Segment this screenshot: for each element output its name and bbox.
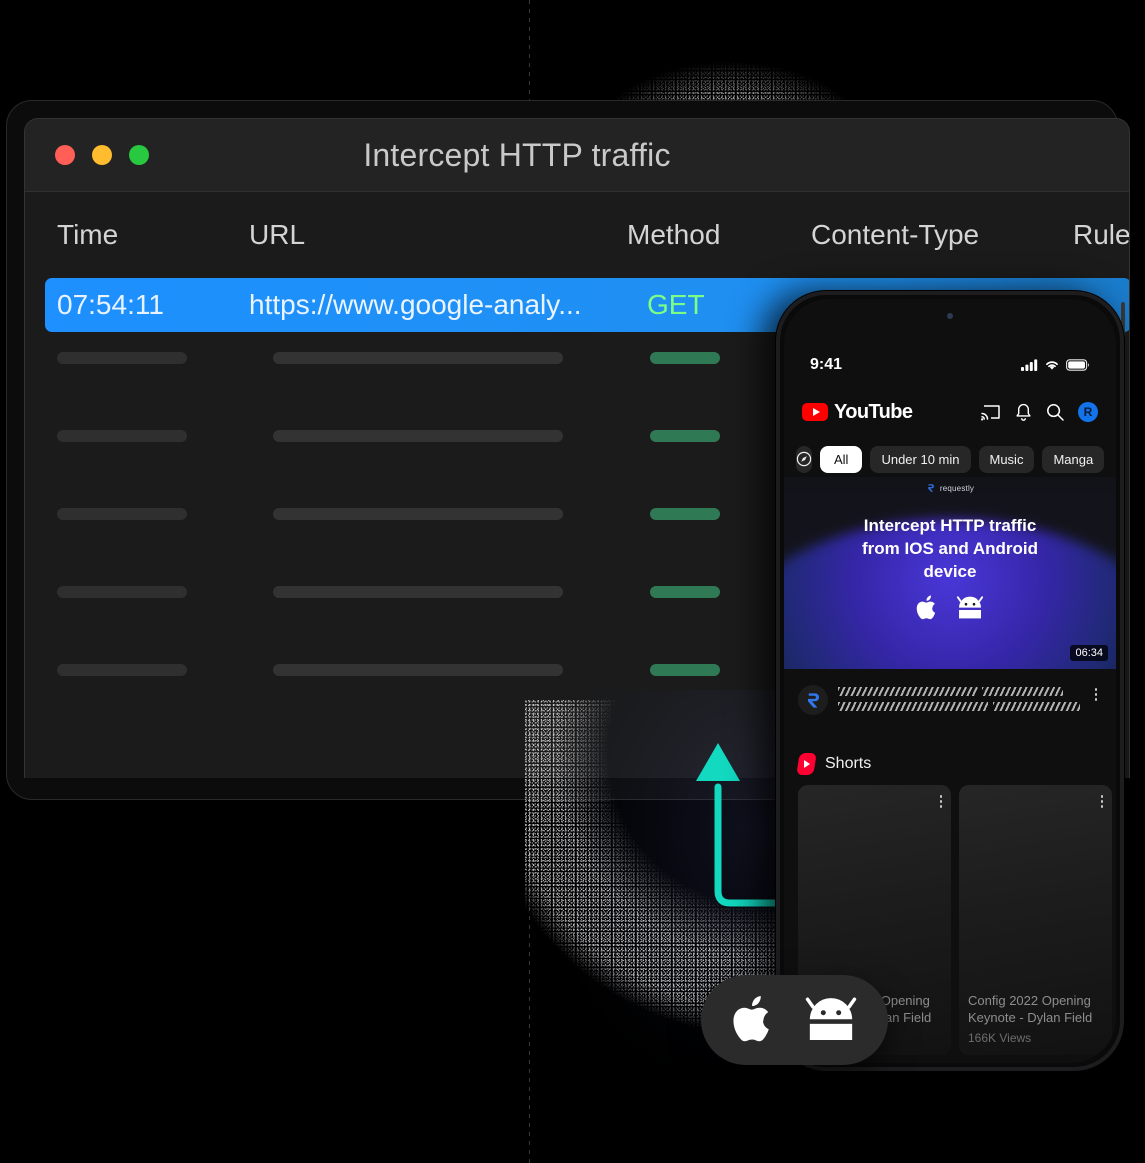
skeleton-url-placeholder bbox=[273, 508, 563, 520]
skeleton-url-placeholder bbox=[273, 352, 563, 364]
column-header-method[interactable]: Method bbox=[627, 219, 720, 251]
table-header-row: Time URL Method Content-Type Rule bbox=[25, 192, 1129, 278]
requestly-logo-icon bbox=[927, 484, 934, 492]
shorts-label: Shorts bbox=[825, 755, 872, 772]
skeleton-time-placeholder bbox=[57, 586, 187, 598]
chip-all[interactable]: All bbox=[820, 445, 863, 473]
cell-method: GET bbox=[647, 289, 705, 320]
skeleton-time-placeholder bbox=[57, 508, 187, 520]
shorts-card[interactable]: Config 2022 Opening Keynote - Dylan Fiel… bbox=[959, 785, 1112, 1055]
status-bar-time: 9:41 bbox=[810, 356, 843, 373]
video-options-button[interactable] bbox=[1090, 685, 1102, 749]
youtube-play-icon bbox=[802, 403, 828, 421]
maximize-window-button[interactable] bbox=[129, 145, 149, 165]
screenshot-canvas: Intercept HTTP traffic Time URL Method C… bbox=[0, 0, 1145, 1163]
video-title-placeholder bbox=[838, 685, 1080, 749]
shorts-options-button[interactable] bbox=[939, 795, 942, 808]
channel-avatar[interactable] bbox=[798, 685, 828, 715]
placeholder-text-line bbox=[838, 687, 1064, 696]
skeleton-method-placeholder bbox=[650, 664, 720, 676]
featured-video-thumbnail[interactable]: Intercept HTTP traffic from IOS and Andr… bbox=[784, 493, 1116, 669]
youtube-logo[interactable]: YouTube bbox=[802, 400, 913, 424]
skeleton-time-placeholder bbox=[57, 664, 187, 676]
skeleton-method-placeholder bbox=[650, 352, 720, 364]
phone-status-bar: 9:41 bbox=[784, 351, 1116, 379]
youtube-header-actions: R bbox=[981, 402, 1098, 422]
apple-icon bbox=[916, 595, 936, 619]
skeleton-url-placeholder bbox=[273, 664, 563, 676]
skeleton-method-placeholder bbox=[650, 430, 720, 442]
skeleton-time-placeholder bbox=[57, 352, 187, 364]
shorts-icon bbox=[796, 753, 817, 775]
chip-music[interactable]: Music bbox=[978, 445, 1035, 473]
account-avatar[interactable]: R bbox=[1078, 402, 1098, 422]
banner-headline-line-1: Intercept HTTP traffic bbox=[863, 516, 1037, 535]
android-icon bbox=[805, 997, 856, 1040]
shorts-card-title: Config 2022 Opening Keynote - Dylan Fiel… bbox=[968, 992, 1093, 1025]
banner-headline-line-2: from IOS and Android bbox=[862, 538, 1038, 558]
column-header-url[interactable]: URL bbox=[249, 219, 305, 251]
banner-headline-line-3: device bbox=[923, 561, 977, 581]
youtube-app-header: YouTube R bbox=[784, 391, 1116, 433]
compass-explore-icon bbox=[796, 451, 812, 467]
kebab-menu-icon bbox=[939, 795, 942, 808]
wifi-icon bbox=[1046, 361, 1058, 370]
supported-platforms-pill bbox=[701, 975, 888, 1065]
minimize-window-button[interactable] bbox=[92, 145, 112, 165]
apple-icon bbox=[732, 996, 769, 1042]
chip-under-10-min[interactable]: Under 10 min bbox=[870, 445, 971, 473]
requestly-brand-name: requestly bbox=[939, 483, 975, 493]
column-header-time[interactable]: Time bbox=[57, 219, 118, 251]
shorts-section-header: Shorts bbox=[784, 747, 1116, 781]
phone-mockup: 9:41 YouTube R All Under 10 min Music Ma… bbox=[776, 291, 1124, 1071]
chip-manga[interactable]: Manga bbox=[1042, 445, 1105, 473]
skeleton-method-placeholder bbox=[650, 508, 720, 520]
window-title: Intercept HTTP traffic bbox=[363, 136, 671, 173]
skeleton-time-placeholder bbox=[57, 430, 187, 442]
shorts-card-text: Config 2022 Opening Keynote - Dylan Fiel… bbox=[968, 992, 1103, 1045]
guide-line-bottom bbox=[529, 790, 530, 1163]
battery-icon bbox=[1066, 359, 1090, 371]
skeleton-url-placeholder bbox=[273, 586, 563, 598]
youtube-wordmark: YouTube bbox=[834, 400, 913, 423]
notifications-bell-icon[interactable] bbox=[1015, 403, 1032, 422]
shorts-options-button[interactable] bbox=[1100, 795, 1103, 808]
banner-headline: Intercept HTTP traffic from IOS and Andr… bbox=[784, 493, 1116, 584]
cell-time: 07:54:11 bbox=[57, 289, 164, 320]
cast-icon[interactable] bbox=[981, 404, 1001, 421]
column-header-rule[interactable]: Rule bbox=[1073, 219, 1129, 251]
column-header-content-type[interactable]: Content-Type bbox=[811, 219, 979, 251]
cell-url: https://www.google-analy... bbox=[249, 289, 582, 320]
requestly-logo-icon bbox=[807, 692, 819, 708]
banner-os-icons bbox=[784, 594, 1116, 622]
kebab-menu-icon bbox=[1100, 795, 1103, 808]
phone-screen: 9:41 YouTube R All Under 10 min Music Ma… bbox=[784, 299, 1116, 1063]
guide-line-top bbox=[529, 0, 530, 104]
close-window-button[interactable] bbox=[55, 145, 75, 165]
video-meta-row[interactable] bbox=[784, 673, 1116, 749]
window-titlebar: Intercept HTTP traffic bbox=[25, 119, 1129, 192]
placeholder-text-line bbox=[838, 702, 1080, 711]
search-icon[interactable] bbox=[1046, 403, 1064, 421]
filter-chip-row: All Under 10 min Music Manga bbox=[784, 442, 1116, 476]
front-camera-icon bbox=[947, 313, 953, 319]
kebab-menu-icon bbox=[1094, 688, 1098, 701]
video-duration-badge: 06:34 bbox=[1070, 645, 1108, 661]
android-icon bbox=[956, 596, 984, 619]
traffic-lights bbox=[55, 145, 149, 165]
cellular-signal-icon bbox=[1021, 359, 1038, 371]
skeleton-url-placeholder bbox=[273, 430, 563, 442]
skeleton-method-placeholder bbox=[650, 586, 720, 598]
status-bar-icons bbox=[1021, 359, 1090, 371]
shorts-card-views: 166K Views bbox=[968, 1031, 1032, 1045]
chip-explore[interactable] bbox=[796, 445, 812, 473]
